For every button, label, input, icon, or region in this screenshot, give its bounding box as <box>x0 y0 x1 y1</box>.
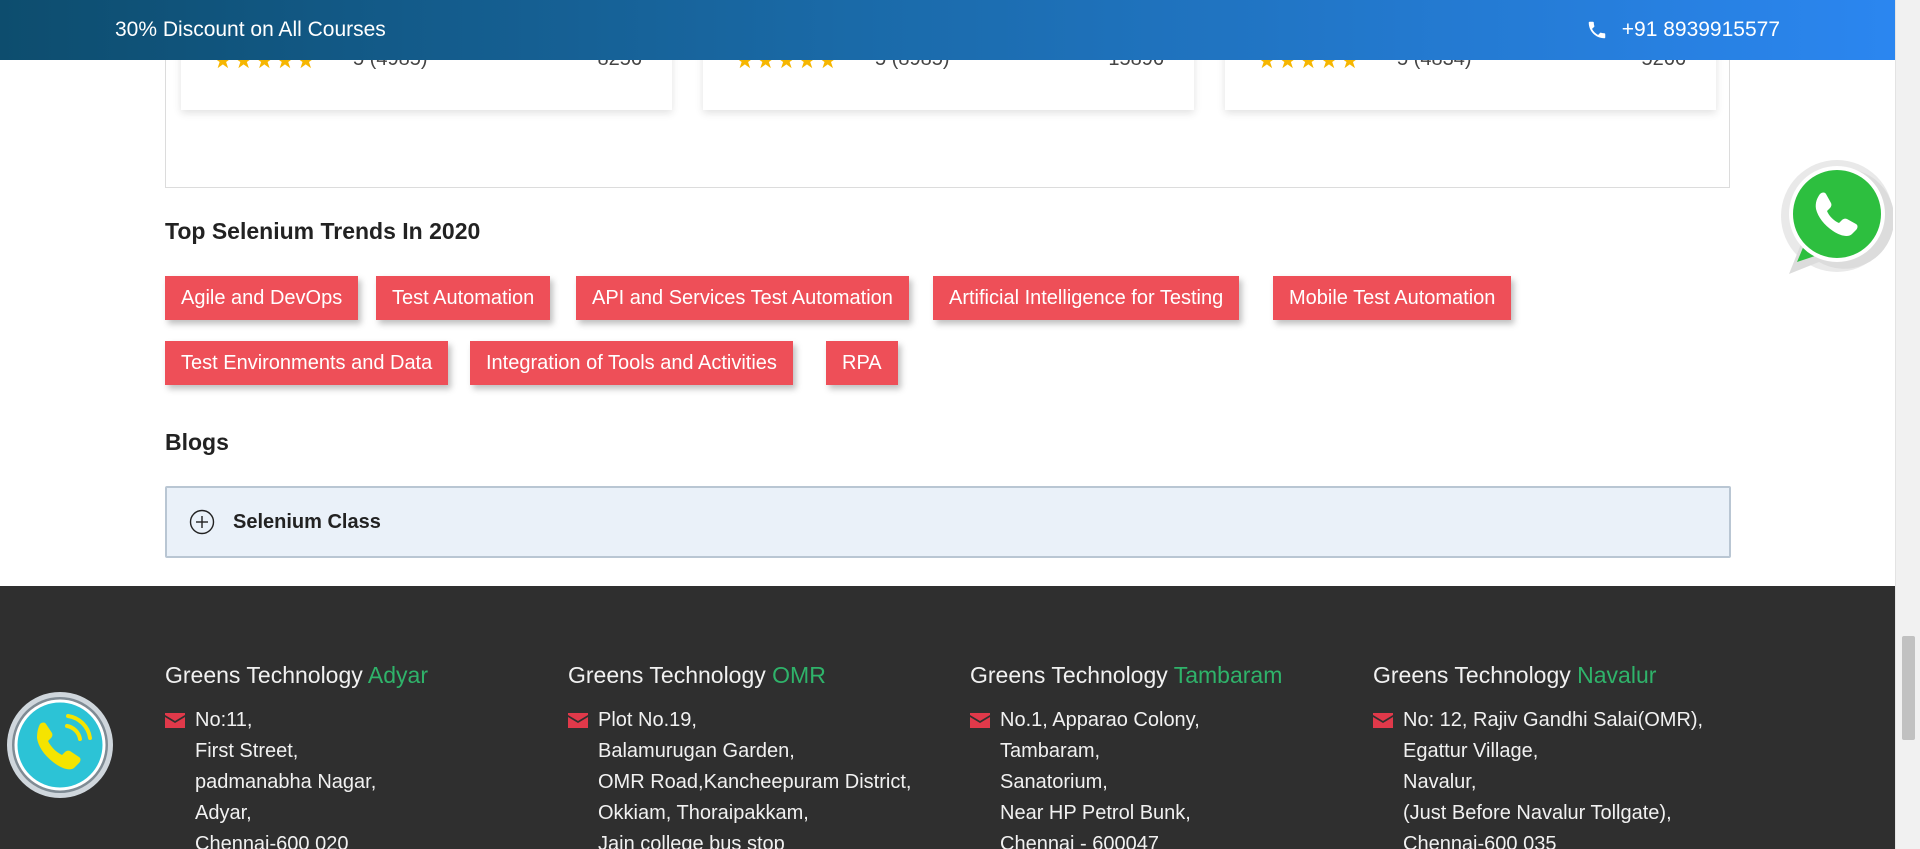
discount-promo-text[interactable]: 30% Discount on All Courses <box>115 18 386 42</box>
branch-navalur: Greens Technology Navalur No: 12, Rajiv … <box>1373 662 1763 849</box>
trend-tag[interactable]: Test Automation <box>376 276 551 320</box>
mail-icon <box>970 713 990 728</box>
scrollbar-thumb[interactable] <box>1902 636 1915 740</box>
branch-address: Plot No.19, Balamurugan Garden, OMR Road… <box>568 705 958 849</box>
trend-tag[interactable]: Mobile Test Automation <box>1273 276 1512 320</box>
trend-tag[interactable]: Test Environments and Data <box>165 341 449 385</box>
branch-address: No.1, Apparao Colony, Tambaram, Sanatori… <box>970 705 1360 849</box>
accordion-label: Selenium Class <box>233 510 381 533</box>
trend-tag[interactable]: API and Services Test Automation <box>576 276 909 320</box>
branch-address: No:11, First Street, padmanabha Nagar, A… <box>165 705 555 849</box>
branch-name: Greens Technology Adyar <box>165 662 428 688</box>
branch-name: Greens Technology Navalur <box>1373 662 1657 688</box>
branch-omr: Greens Technology OMR Plot No.19, Balamu… <box>568 662 958 849</box>
branch-name: Greens Technology Tambaram <box>970 662 1283 688</box>
plus-circle-icon <box>189 509 215 535</box>
mail-icon <box>165 713 185 728</box>
trend-tag[interactable]: Integration of Tools and Activities <box>470 341 793 385</box>
trend-tag[interactable]: Artificial Intelligence for Testing <box>933 276 1240 320</box>
top-announcement-bar: 30% Discount on All Courses +91 89399155… <box>0 0 1895 60</box>
blog-accordion-selenium-class[interactable]: Selenium Class <box>165 486 1731 558</box>
mail-icon <box>568 713 588 728</box>
phone-icon <box>1588 21 1605 39</box>
trend-tag[interactable]: Agile and DevOps <box>165 276 359 320</box>
page-scrollbar[interactable] <box>1895 0 1920 849</box>
header-phone-link[interactable]: +91 8939915577 <box>1586 18 1780 42</box>
branch-adyar: Greens Technology Adyar No:11, First Str… <box>165 662 555 849</box>
mail-icon <box>1373 713 1393 728</box>
whatsapp-icon[interactable] <box>1775 158 1893 278</box>
branch-tambaram: Greens Technology Tambaram No.1, Apparao… <box>970 662 1360 849</box>
footer: Greens Technology Adyar No:11, First Str… <box>0 586 1895 849</box>
branch-address: No: 12, Rajiv Gandhi Salai(OMR), Egattur… <box>1373 705 1763 849</box>
blogs-heading: Blogs <box>165 429 229 455</box>
trend-tag[interactable]: RPA <box>826 341 898 385</box>
call-widget-icon[interactable] <box>5 690 115 800</box>
trends-heading: Top Selenium Trends In 2020 <box>165 218 481 244</box>
header-phone-number: +91 8939915577 <box>1621 18 1780 41</box>
branch-name: Greens Technology OMR <box>568 662 826 688</box>
